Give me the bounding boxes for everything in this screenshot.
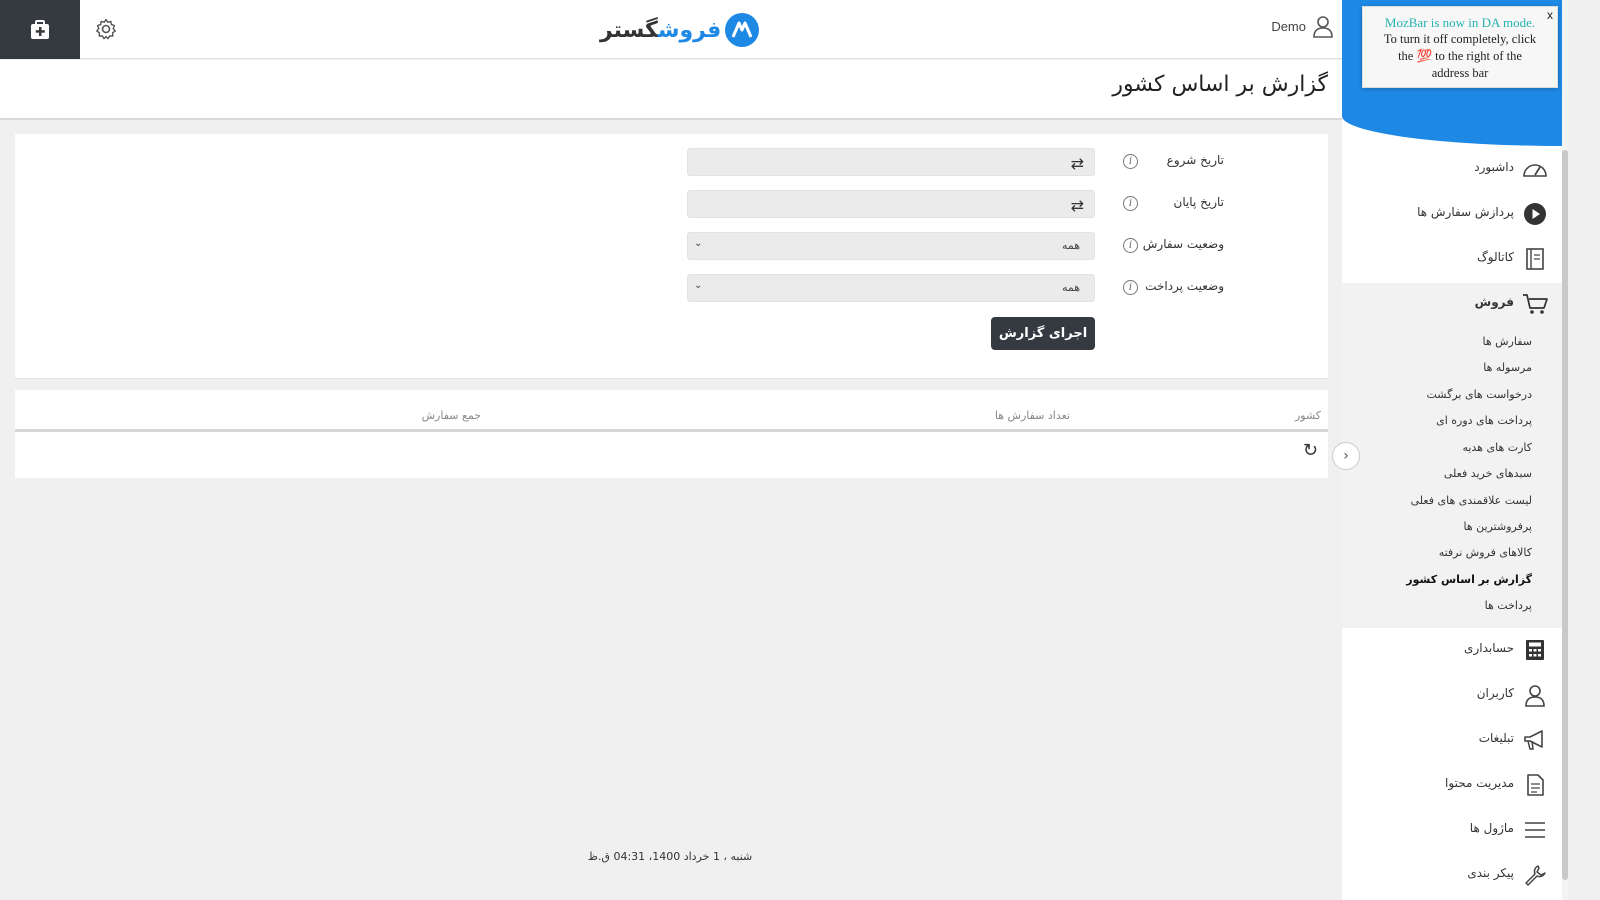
sidebar-subitem-country-report[interactable]: گزارش بر اساس کشور (1406, 573, 1532, 586)
sidebar-item-content-management[interactable]: مدیریت محتوا (1342, 764, 1562, 804)
book-icon (1522, 246, 1548, 272)
mozbar-line-3: address bar (1431, 66, 1489, 80)
payment-status-value: همه (1061, 281, 1080, 294)
column-header-order-total[interactable]: جمع سفارش (422, 409, 481, 422)
column-header-country[interactable]: کشور (1295, 409, 1321, 422)
order-status-label: وضعیت سفارش (1142, 237, 1224, 251)
sidebar-item-promotions[interactable]: تبلیغات (1342, 719, 1562, 759)
report-filter-panel: تاریخ شروع i ⇄ تاریخ پایان i ⇄ وضعیت سفا… (15, 134, 1328, 379)
document-icon (1522, 772, 1548, 798)
sidebar: داشبورد پردازش سفارش ها کاتالوگ فروش سفا… (1342, 0, 1562, 900)
close-icon[interactable]: x (1547, 8, 1553, 22)
start-date-input[interactable]: ⇄ (687, 148, 1095, 176)
site-logo[interactable]: فروشگستر (600, 13, 760, 47)
sidebar-subitem-current-carts[interactable]: سبدهای خرید فعلی (1444, 467, 1532, 480)
sidebar-item-customers[interactable]: کاربران (1342, 674, 1562, 714)
swap-icon[interactable]: ⇄ (1071, 196, 1084, 215)
gear-icon (96, 18, 116, 40)
sidebar-subitem-payments[interactable]: پرداخت ها (1485, 599, 1532, 612)
refresh-icon[interactable]: ↻ (1303, 440, 1318, 461)
filter-row-payment-status: وضعیت پرداخت i همه ⌄ (15, 274, 1328, 302)
filter-row-start-date: تاریخ شروع i ⇄ (15, 148, 1328, 176)
sidebar-item-label: داشبورد (1474, 160, 1514, 174)
plugin-button[interactable] (0, 0, 80, 59)
sidebar-group-sales: فروش سفارش ها مرسوله ها درخواست های برگش… (1342, 283, 1562, 628)
settings-button[interactable] (92, 15, 120, 43)
sidebar-item-label: فروش (1474, 295, 1514, 309)
logo-mark-icon (725, 13, 760, 47)
sidebar-item-configuration[interactable]: پیکر بندی (1342, 854, 1562, 894)
info-icon[interactable]: i (1123, 238, 1138, 253)
plugin-icon (31, 19, 49, 39)
sidebar-item-label: حسابداری (1464, 641, 1514, 655)
list-icon (1522, 817, 1548, 843)
sidebar-item-modules[interactable]: ماژول ها (1342, 809, 1562, 849)
order-status-select[interactable]: همه ⌄ (687, 232, 1095, 260)
sidebar-subitem-shipments[interactable]: مرسوله ها (1483, 361, 1532, 374)
mozbar-notification: x MozBar is now in DA mode. To turn it o… (1362, 6, 1558, 88)
order-status-value: همه (1061, 239, 1080, 252)
payment-status-select[interactable]: همه ⌄ (687, 274, 1095, 302)
user-name: Demo (1271, 18, 1306, 34)
sidebar-subitem-recurring-payments[interactable]: پرداخت های دوره ای (1436, 414, 1532, 427)
mozbar-title: MozBar is now in DA mode. (1384, 15, 1536, 30)
filter-row-order-status: وضعیت سفارش i همه ⌄ (15, 232, 1328, 260)
swap-icon[interactable]: ⇄ (1071, 154, 1084, 173)
column-header-order-count[interactable]: تعداد سفارش ها (995, 409, 1070, 422)
mozbar-line-1: To turn it off completely, click (1383, 32, 1537, 46)
filter-row-end-date: تاریخ پایان i ⇄ (15, 190, 1328, 218)
sidebar-item-label: پردازش سفارش ها (1417, 205, 1514, 219)
dashboard-icon (1522, 156, 1548, 182)
sidebar-subitem-return-requests[interactable]: درخواست های برگشت (1426, 388, 1532, 401)
end-date-input[interactable]: ⇄ (687, 190, 1095, 218)
sidebar-item-label: کاربران (1476, 686, 1514, 700)
wrench-icon (1522, 862, 1548, 888)
sidebar-scrollbar-thumb[interactable] (1562, 150, 1568, 880)
sidebar-item-sales[interactable]: فروش (1342, 283, 1562, 323)
start-date-label: تاریخ شروع (1166, 153, 1224, 167)
megaphone-icon (1522, 727, 1548, 753)
top-header: فروشگستر Demo (0, 0, 1342, 59)
user-menu[interactable]: Demo (1271, 14, 1334, 38)
payment-status-label: وضعیت پرداخت (1145, 279, 1224, 293)
chevron-right-icon: › (1343, 448, 1349, 464)
user-icon (1313, 16, 1333, 38)
play-icon (1522, 201, 1548, 227)
sidebar-item-label: تبلیغات (1478, 731, 1514, 745)
report-results-table: کشور تعداد سفارش ها جمع سفارش ↻ (15, 390, 1328, 478)
chevron-down-icon: ⌄ (694, 280, 703, 291)
sidebar-item-label: مدیریت محتوا (1445, 776, 1514, 790)
info-icon[interactable]: i (1123, 196, 1138, 211)
sidebar-item-label: پیکر بندی (1467, 866, 1514, 880)
sidebar-subitem-bestsellers[interactable]: پرفروشترین ها (1464, 520, 1532, 533)
info-icon[interactable]: i (1123, 280, 1138, 295)
sidebar-item-label: ماژول ها (1469, 821, 1514, 835)
sidebar-item-label: کاتالوگ (1477, 250, 1514, 264)
chevron-down-icon: ⌄ (694, 238, 703, 249)
sidebar-item-accounting[interactable]: حسابداری (1342, 629, 1562, 669)
sidebar-subitem-gift-cards[interactable]: کارت های هدیه (1462, 441, 1532, 454)
end-date-label: تاریخ پایان (1173, 195, 1225, 209)
sidebar-subitem-current-wishlists[interactable]: لیست علاقمندی های فعلی (1411, 494, 1532, 507)
table-header: کشور تعداد سفارش ها جمع سفارش (15, 390, 1328, 432)
sidebar-item-dashboard[interactable]: داشبورد (1342, 148, 1562, 188)
run-report-button[interactable]: اجرای گزارش (991, 317, 1095, 350)
logo-text: فروشگستر (600, 17, 722, 43)
sidebar-item-catalog[interactable]: کاتالوگ (1342, 238, 1562, 278)
sidebar-toggle-button[interactable]: › (1332, 442, 1360, 470)
sidebar-item-order-processing[interactable]: پردازش سفارش ها (1342, 193, 1562, 233)
footer-date: شنبه ، 1 خرداد 1400، 04:31 ق.ظ (587, 850, 753, 863)
sidebar-subitem-orders[interactable]: سفارش ها (1482, 335, 1532, 348)
page-title: گزارش بر اساس کشور (1112, 72, 1328, 97)
info-icon[interactable]: i (1123, 154, 1138, 169)
cart-icon (1522, 291, 1548, 317)
calculator-icon (1522, 637, 1548, 663)
page-title-bar: گزارش بر اساس کشور (0, 60, 1342, 120)
mozbar-line-2: the 💯 to the right of the (1398, 49, 1522, 63)
sidebar-subitem-never-sold[interactable]: کالاهای فروش نرفته (1439, 546, 1532, 559)
user-icon (1522, 682, 1548, 708)
